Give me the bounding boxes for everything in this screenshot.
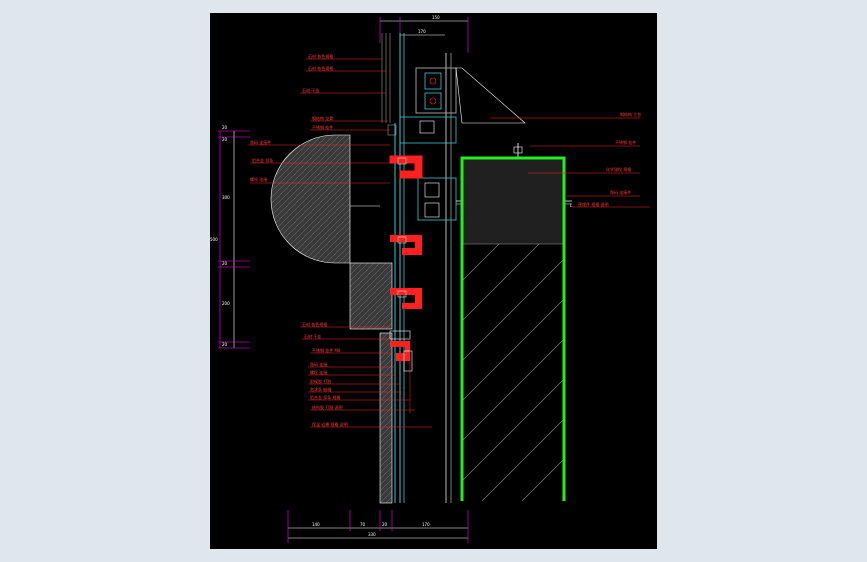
right-label-5: 预埋件 规格 说明 <box>578 201 609 207</box>
bottom-dim-3: 20 <box>382 522 388 527</box>
right-label-2: 不锈钢 挂件 <box>615 139 636 145</box>
lower-label-1: 石材 各色规格 <box>302 321 327 327</box>
label-7: 铝合金 扣条 <box>252 157 273 163</box>
bottom-dimension: 140 70 20 170 330 <box>287 510 469 543</box>
top-dim-2: 170 <box>418 29 426 34</box>
cad-drawing-canvas: 150 170 20 20 300 20 200 20 500 140 70 2… <box>210 13 657 549</box>
cad-section-drawing: 150 170 20 20 300 20 200 20 500 140 70 2… <box>210 15 650 543</box>
top-dimension: 150 170 <box>379 15 469 53</box>
stone-profile <box>250 134 393 504</box>
lower-label-7: 泡沫条 嵌缝 <box>310 386 331 392</box>
label-5: 不锈钢 挂件 <box>312 124 333 130</box>
left-dim-3: 300 <box>222 195 230 200</box>
lower-label-5: 螺栓 连接 <box>310 369 327 375</box>
label-1: 石材 各色规格 <box>308 53 333 59</box>
lower-label-6: 耐候胶 打胶 <box>310 378 331 384</box>
right-label-4: 角码 连接件 <box>610 189 631 195</box>
left-dim-7: 500 <box>210 237 218 242</box>
bottom-dim-1: 140 <box>312 522 320 527</box>
bottom-dim-4: 170 <box>422 522 430 527</box>
lower-label-4: 角码 连接 <box>310 361 327 367</box>
top-bracket <box>387 67 526 144</box>
lower-label-8: 铝合金 扣条 规格 <box>310 394 341 400</box>
left-dim-6: 20 <box>222 342 228 347</box>
label-3: 石材 干挂 <box>302 87 319 93</box>
right-label-1: 钢结构 立柱 <box>620 111 641 117</box>
lower-label-9: 结构胶 打胶 说明 <box>312 404 343 410</box>
label-4: 钢结构 龙骨 <box>312 115 333 121</box>
left-dimension: 20 20 300 20 200 20 500 <box>210 125 250 349</box>
left-dim-2: 20 <box>222 137 228 142</box>
left-dim-5: 200 <box>222 301 230 306</box>
left-dim-1: 20 <box>222 125 228 130</box>
bottom-dim-2: 70 <box>360 522 366 527</box>
lower-label-3: 不锈钢 挂件 M8 <box>312 347 341 353</box>
bottom-dim-5: 330 <box>368 532 376 537</box>
label-6: 角码 连接件 <box>250 139 271 145</box>
lower-label-2: 石材 干挂 <box>304 333 321 339</box>
concrete-wall <box>460 156 566 501</box>
left-dim-4: 20 <box>222 261 228 266</box>
right-label-3: 化学锚栓 规格 <box>606 166 631 172</box>
top-dim-1: 150 <box>432 15 440 20</box>
label-2: 石材 各色规格 <box>308 65 333 71</box>
label-8: 螺栓 连接 <box>250 176 267 182</box>
lower-left-labels: 石材 各色规格 石材 干挂 不锈钢 挂件 M8 角码 连接 螺栓 连接 耐候胶 … <box>300 321 432 428</box>
lower-label-10: 保温 岩棉 规格 说明 <box>312 421 348 427</box>
